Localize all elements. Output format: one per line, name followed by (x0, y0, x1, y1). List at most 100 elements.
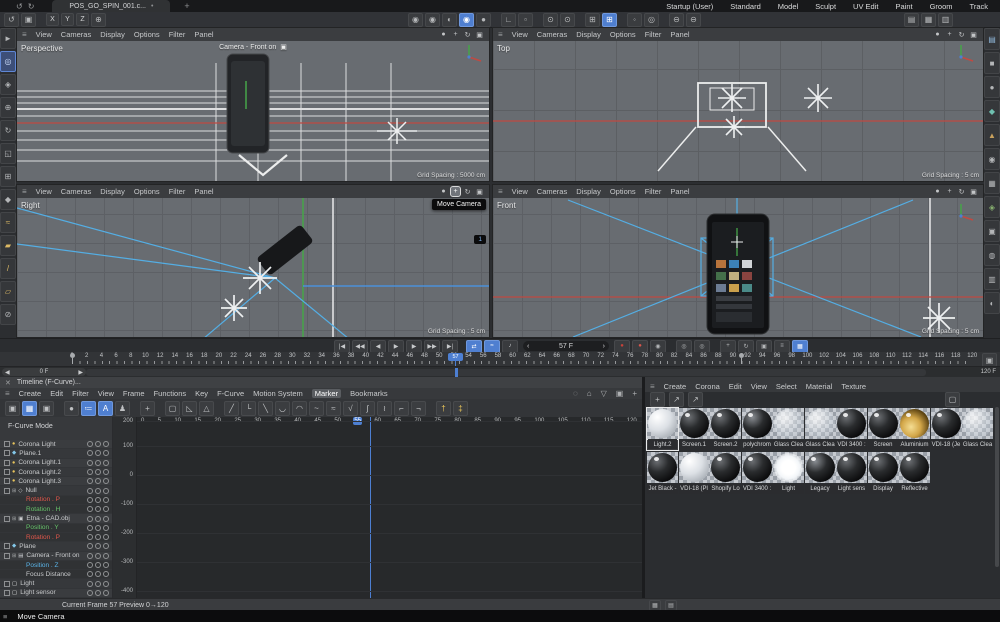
layout-tab-startup-user-[interactable]: Startup (User) (666, 2, 713, 11)
axis-y-button[interactable]: Y (61, 13, 74, 26)
track-toggle-icon[interactable] (87, 450, 93, 456)
track-toggle-icon[interactable] (103, 450, 109, 456)
range-handle[interactable] (455, 368, 458, 377)
rotate-view-icon[interactable]: ↻ (957, 187, 966, 196)
track-checkbox[interactable] (4, 478, 10, 484)
track-checkbox[interactable] (4, 516, 10, 522)
undo-history-icon[interactable]: ↺ (4, 13, 19, 27)
motion-mode-icon[interactable]: ▣ (39, 401, 54, 416)
timeline-menu-view[interactable]: View (98, 389, 114, 398)
track-toggle-icon[interactable] (87, 506, 93, 512)
timeline-menu-key[interactable]: Key (195, 389, 208, 398)
workplane-lock-icon[interactable]: ⊖ (669, 13, 684, 27)
soft-interp-icon[interactable]: ~ (309, 401, 324, 416)
close-icon[interactable]: ✕ (5, 379, 11, 387)
track-checkbox[interactable] (4, 488, 10, 494)
timeline-marker-pin[interactable] (70, 353, 75, 358)
record-rotation-icon[interactable]: ◎ (694, 340, 710, 353)
material-tile[interactable]: Light.2 (647, 408, 678, 450)
track-toggle-icon[interactable] (95, 469, 101, 475)
generator-icon[interactable]: ▲ (984, 124, 1000, 146)
ripple-edit-icon[interactable]: △ (199, 401, 214, 416)
timeline-menu-motion-system[interactable]: Motion System (253, 389, 303, 398)
coord-system-icon[interactable]: ▫ (518, 13, 533, 27)
frame-all-icon[interactable]: ▣ (616, 389, 624, 398)
keyframe-dot-icon[interactable]: ⊙ (543, 13, 558, 27)
load-material-icon[interactable]: ↗ (669, 392, 684, 407)
make-editable-icon[interactable]: ◉ (408, 13, 423, 27)
viewport-front[interactable]: ≡ ViewCamerasDisplayOptionsFilterPanel ●… (492, 184, 984, 338)
sculpt-brush-icon[interactable]: ▰ (0, 235, 16, 256)
track-toggle-icon[interactable] (103, 516, 109, 522)
viewport-menu-cameras[interactable]: Cameras (537, 30, 567, 39)
track-checkbox[interactable] (4, 543, 10, 549)
material-tile[interactable]: Jet Black - (647, 452, 678, 494)
delete-material-icon[interactable]: ▢ (945, 392, 960, 407)
layout-window2-icon[interactable]: ▦ (921, 13, 936, 27)
material-tile[interactable]: Display (868, 452, 899, 494)
timeline-menu-f-curve[interactable]: F-Curve (217, 389, 244, 398)
track-toggle-icon[interactable] (87, 488, 93, 494)
play-mode-icon[interactable]: ≈ (484, 340, 500, 353)
track-checkbox[interactable] (4, 590, 10, 596)
track-row[interactable]: Position . Y (0, 524, 112, 533)
track-toggle-icon[interactable] (103, 581, 109, 587)
viewport-menu-filter[interactable]: Filter (169, 187, 186, 196)
play-button[interactable]: ▶ (388, 340, 404, 353)
viewport-menu-display[interactable]: Display (576, 187, 601, 196)
record-param-icon[interactable]: ↻ (738, 340, 754, 353)
delete-key-icon[interactable]: ‡ (453, 401, 468, 416)
viewport-menu-options[interactable]: Options (610, 187, 636, 196)
track-toggle-icon[interactable] (87, 469, 93, 475)
camera-link-icon[interactable]: ▣ (280, 43, 287, 51)
add-material-icon[interactable]: + (650, 392, 665, 407)
material-tile[interactable]: Screen (868, 408, 899, 450)
track-row[interactable]: ⊞◇Null (0, 486, 112, 495)
objects-filter-icon[interactable]: ● (64, 401, 79, 416)
goto-start-button[interactable]: |◀ (334, 340, 350, 353)
track-toggle-icon[interactable] (87, 478, 93, 484)
material-menu-material[interactable]: Material (806, 382, 833, 391)
track-toggle-icon[interactable] (95, 534, 101, 540)
track-toggle-icon[interactable] (87, 497, 93, 503)
pen-tool-icon[interactable]: ▱ (0, 281, 16, 302)
keyframe-dot2-icon[interactable]: ⊙ (560, 13, 575, 27)
track-toggle-icon[interactable] (95, 460, 101, 466)
track-toggle-icon[interactable] (103, 590, 109, 596)
planar-snap-icon[interactable]: ⊖ (686, 13, 701, 27)
track-toggle-icon[interactable] (87, 590, 93, 596)
automatic-mode-icon[interactable]: A (98, 401, 113, 416)
rotate-tool-icon[interactable]: ↻ (0, 120, 16, 141)
track-row[interactable]: ▢Light sensor (0, 589, 112, 598)
material-tile[interactable]: Glass Clea (773, 408, 804, 450)
track-row[interactable]: ◆Plane.1 (0, 449, 112, 458)
status-menu-icon[interactable]: ≡ (3, 612, 7, 621)
keyframe-presets-icon[interactable]: ≡ (774, 340, 790, 353)
live-selection-icon[interactable]: ◎ (0, 51, 16, 72)
rotate-view-icon[interactable]: ↻ (463, 30, 472, 39)
lock-tangent-icon[interactable]: ¬ (411, 401, 426, 416)
layout-tab-sculpt[interactable]: Sculpt (815, 2, 836, 11)
material-menu-select[interactable]: Select (776, 382, 797, 391)
viewport-menu-panel[interactable]: Panel (194, 30, 213, 39)
track-row[interactable]: Position . Z (0, 561, 112, 570)
shaded-view-icon[interactable]: ● (439, 30, 448, 39)
timeline-menu-edit[interactable]: Edit (50, 389, 63, 398)
expand-icon[interactable]: ⊞ (12, 488, 16, 494)
range-left-arrow-icon[interactable]: ◀ (5, 369, 10, 376)
break-tangent-icon[interactable]: ≀ (377, 401, 392, 416)
playhead-marker[interactable]: 57 (448, 353, 463, 361)
material-tile[interactable]: Glass Clea (805, 408, 836, 450)
spline-interp-icon[interactable]: ╲ (258, 401, 273, 416)
model-mode-icon[interactable]: ◉ (425, 13, 440, 27)
material-tile[interactable]: polychrom (742, 408, 773, 450)
texture-mode-icon[interactable]: ◐ (442, 13, 457, 27)
material-menu-edit[interactable]: Edit (729, 382, 742, 391)
material-tile[interactable]: Reflective (899, 452, 930, 494)
goto-end-button[interactable]: ▶| (442, 340, 458, 353)
track-toggle-icon[interactable] (103, 469, 109, 475)
track-toggle-icon[interactable] (103, 553, 109, 559)
ease-in-icon[interactable]: ◡ (275, 401, 290, 416)
track-toggle-icon[interactable] (103, 571, 109, 577)
viewport-menu-icon[interactable]: ≡ (498, 187, 503, 196)
